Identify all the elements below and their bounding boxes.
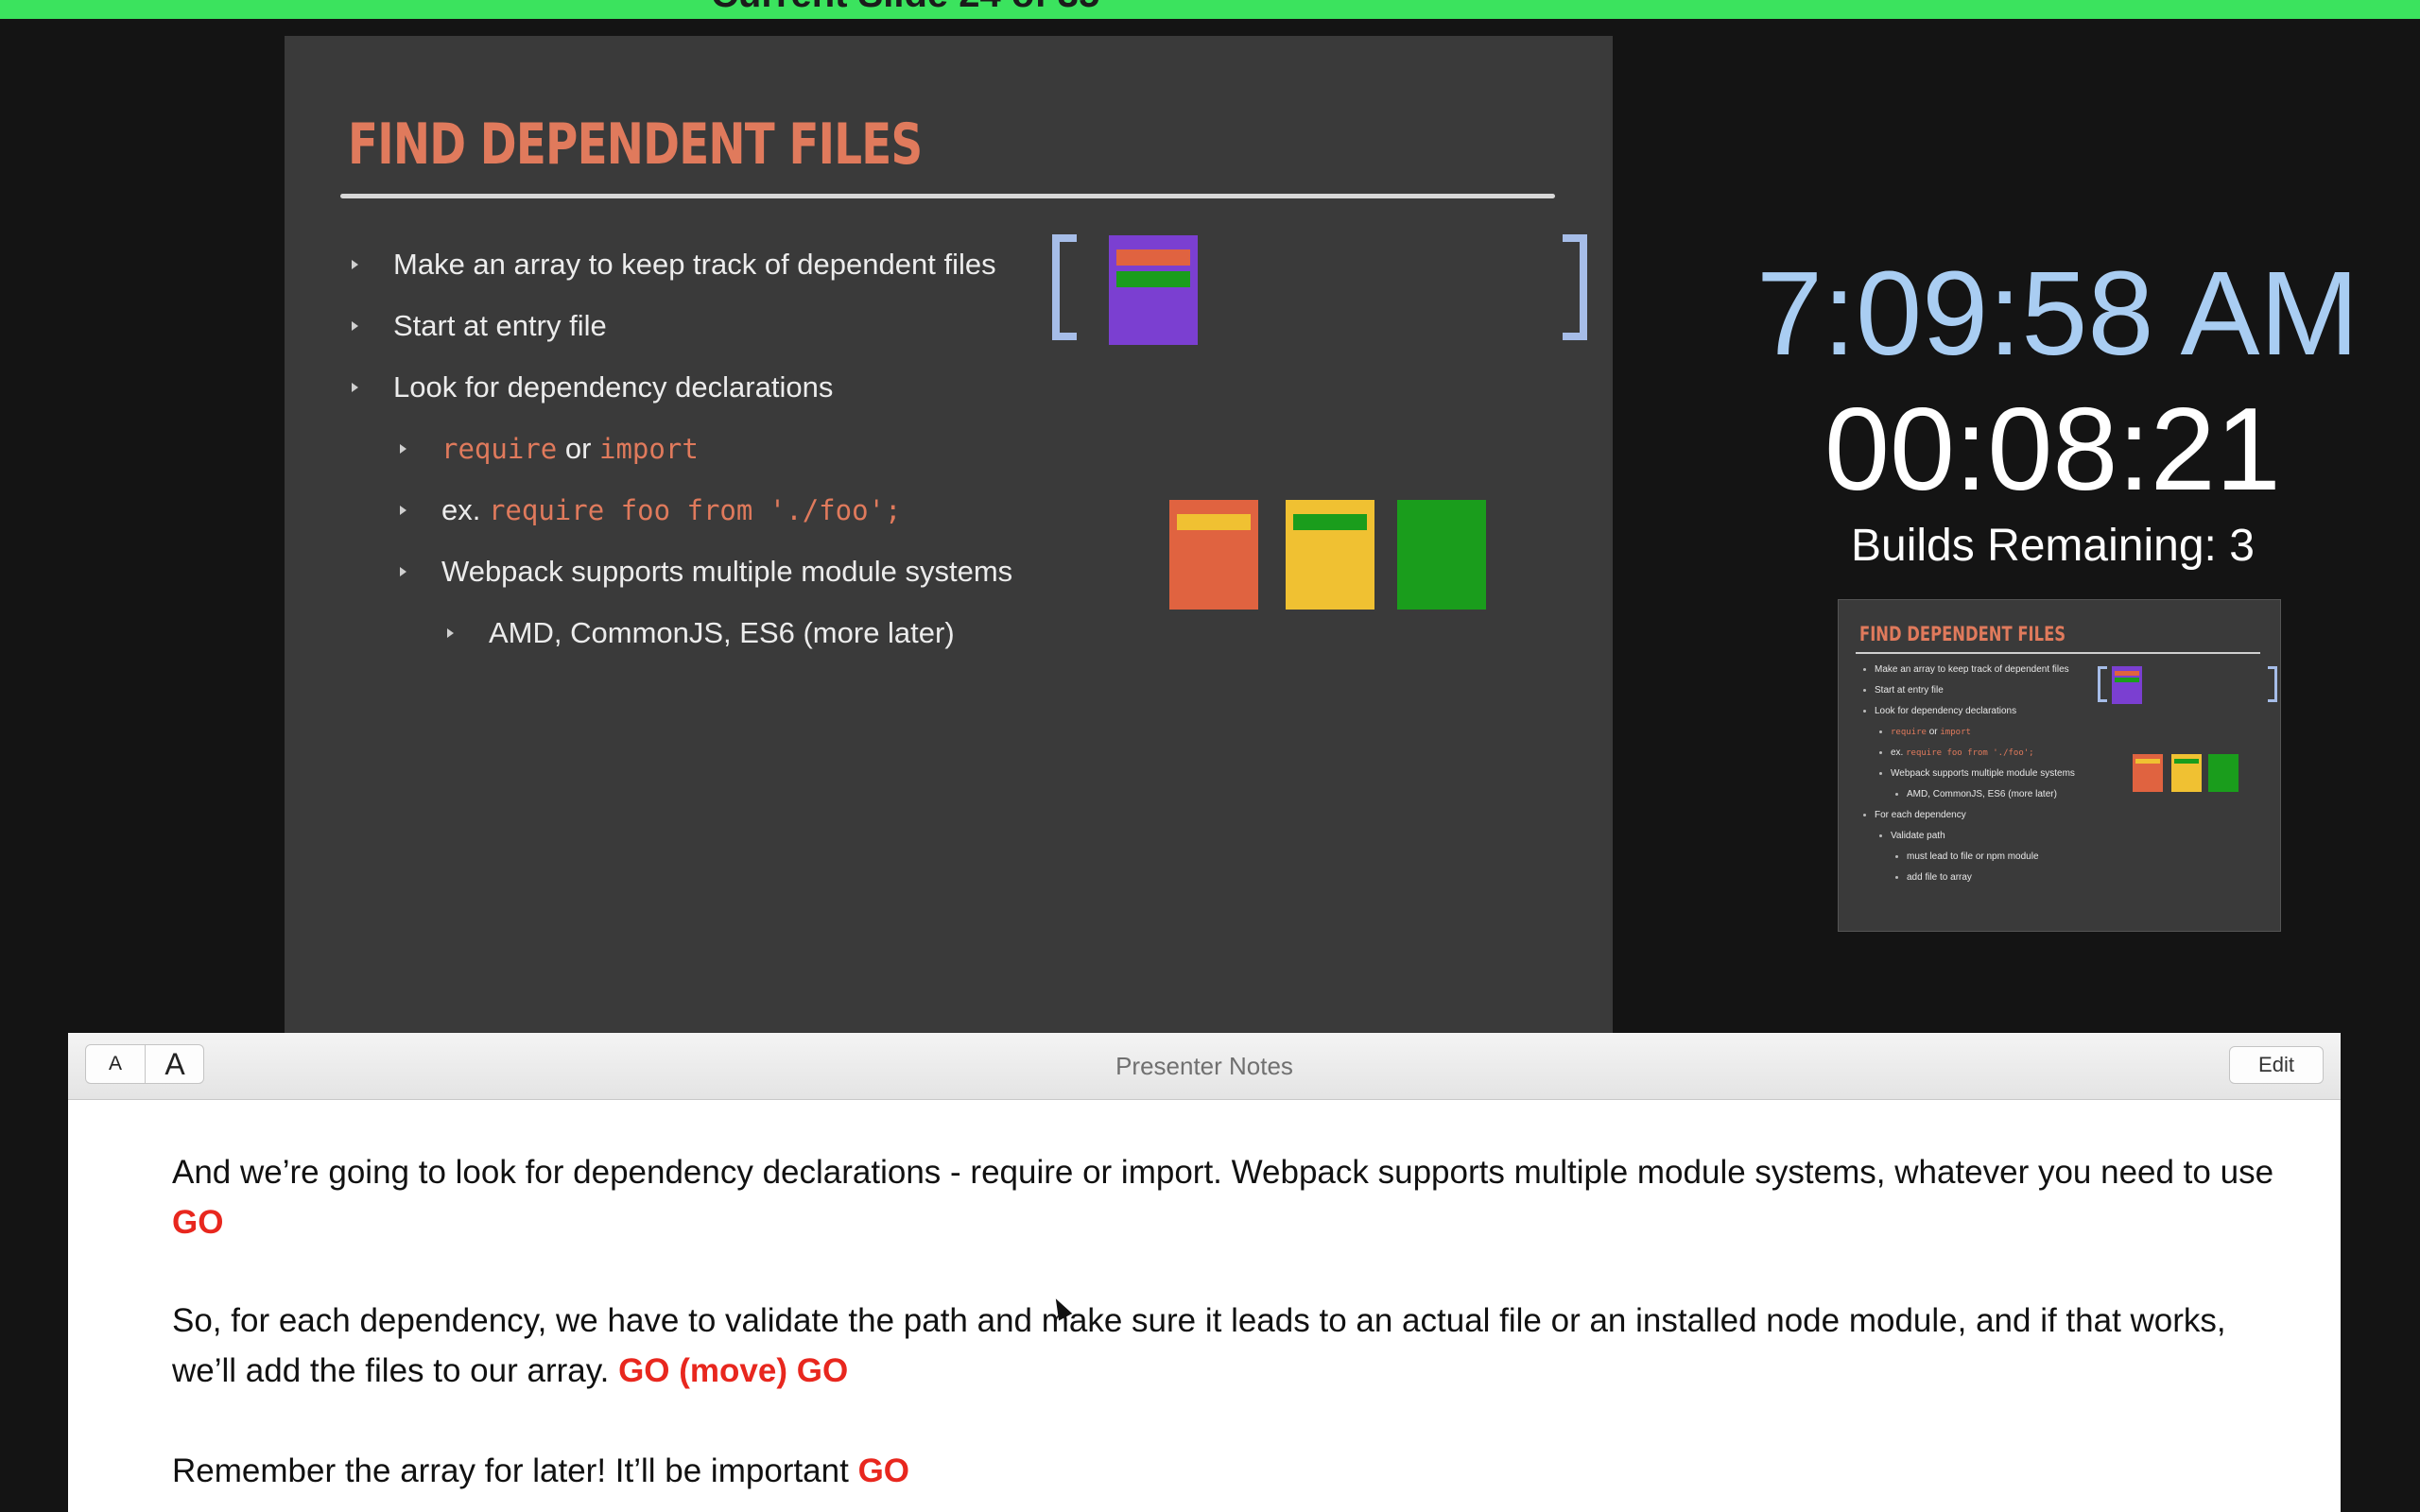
orange-file-icon	[1169, 500, 1258, 610]
bullet-text: Make an array to keep track of dependent…	[393, 248, 996, 281]
bullet-text: ex.	[441, 493, 489, 526]
mini-right-bracket-icon	[2268, 666, 2277, 702]
bullet-1: Make an array to keep track of dependent…	[352, 246, 996, 284]
notes-text: And we’re going to look for dependency d…	[172, 1154, 2274, 1191]
file-strip	[1116, 249, 1190, 266]
current-time: 7:09:58 AM	[1756, 247, 2360, 380]
file-strip	[1177, 514, 1251, 530]
elapsed-timer[interactable]: 00:08:21	[1824, 384, 2281, 516]
presenter-notes-panel: Presenter Notes A A Edit And we’re going…	[68, 1033, 2341, 1512]
notes-paragraph-3[interactable]: Remember the array for later! It’ll be i…	[172, 1446, 2280, 1496]
bullet-marker-icon	[400, 567, 406, 576]
next-bullet: require or import	[1879, 727, 1971, 738]
bullet-marker-icon	[400, 444, 406, 454]
decrease-font-button[interactable]: A	[86, 1045, 146, 1083]
go-cue: GO (move) GO	[618, 1352, 849, 1389]
current-slide: FIND DEPENDENT FILES Make an array to ke…	[285, 36, 1613, 1033]
bullet-text: Webpack supports multiple module systems	[441, 555, 1013, 588]
notes-paragraph-1[interactable]: And we’re going to look for dependency d…	[172, 1147, 2280, 1247]
next-bullet: Validate path	[1879, 831, 1945, 842]
increase-font-button[interactable]: A	[146, 1045, 203, 1083]
next-bullet: Webpack supports multiple module systems	[1879, 768, 2075, 780]
bullet-marker-icon	[400, 506, 406, 515]
title-underline	[340, 194, 1555, 198]
next-bullet: Start at entry file	[1863, 685, 1944, 696]
yellow-file-icon	[1286, 500, 1374, 610]
notes-text: So, for each dependency, we have to vali…	[172, 1302, 2226, 1389]
bullet-2: Start at entry file	[352, 307, 607, 345]
purple-file-icon	[1109, 235, 1198, 345]
bullet-6: Webpack supports multiple module systems	[400, 553, 1013, 591]
go-cue: GO	[857, 1452, 910, 1489]
next-slide-title: FIND DEPENDENT FILES	[1859, 623, 2066, 645]
array-left-bracket-icon	[1052, 234, 1077, 340]
mini-left-bracket-icon	[2098, 666, 2107, 702]
bullet-marker-icon	[352, 383, 358, 392]
next-bullet: ex. require foo from './foo';	[1879, 747, 2034, 759]
next-bullet: For each dependency	[1863, 810, 1966, 821]
bullet-marker-icon	[352, 321, 358, 331]
green-file-icon	[1397, 500, 1486, 610]
bullet-7: AMD, CommonJS, ES6 (more later)	[447, 614, 955, 652]
bullet-5: ex. require foo from './foo';	[400, 491, 902, 529]
bullet-text: AMD, CommonJS, ES6 (more later)	[489, 616, 955, 649]
mini-purple-file-icon	[2112, 666, 2142, 704]
bullet-text: Start at entry file	[393, 309, 607, 342]
next-bullet: Make an array to keep track of dependent…	[1863, 664, 2069, 676]
bullet-text: or	[557, 432, 600, 465]
file-strip	[1116, 271, 1190, 287]
mini-green-file-icon	[2208, 754, 2238, 792]
bullet-3: Look for dependency declarations	[352, 369, 834, 406]
array-right-bracket-icon	[1563, 234, 1587, 340]
code-import: import	[599, 433, 699, 465]
font-size-control: A A	[85, 1044, 204, 1084]
current-slide-label: Current Slide 24 of 35	[711, 0, 1099, 13]
bullet-4: require or import	[400, 430, 699, 468]
next-bullet: AMD, CommonJS, ES6 (more later)	[1895, 789, 2057, 800]
code-require: require	[441, 433, 558, 465]
notes-text: Remember the array for later! It’ll be i…	[172, 1452, 858, 1489]
go-cue: GO	[172, 1204, 224, 1241]
code-example: require foo from './foo';	[488, 494, 902, 526]
mini-yellow-file-icon	[2171, 754, 2202, 792]
mini-orange-file-icon	[2133, 754, 2163, 792]
next-bullet: Look for dependency declarations	[1863, 706, 2016, 717]
status-bar: Current Slide 24 of 35	[0, 0, 2420, 19]
bullet-marker-icon	[352, 260, 358, 269]
file-strip	[1293, 514, 1367, 530]
builds-remaining: Builds Remaining: 3	[1851, 521, 2255, 571]
next-bullet: add file to array	[1895, 872, 1972, 884]
next-bullet: must lead to file or npm module	[1895, 851, 2039, 863]
bullet-marker-icon	[447, 628, 454, 638]
bullet-text: Look for dependency declarations	[393, 370, 834, 404]
next-title-underline	[1856, 652, 2260, 654]
edit-notes-button[interactable]: Edit	[2229, 1046, 2324, 1084]
notes-toolbar: Presenter Notes A A Edit	[68, 1033, 2341, 1100]
notes-paragraph-2[interactable]: So, for each dependency, we have to vali…	[172, 1296, 2280, 1396]
slide-title: FIND DEPENDENT FILES	[348, 112, 923, 178]
next-slide-preview[interactable]: FIND DEPENDENT FILES Make an array to ke…	[1838, 599, 2281, 932]
notes-title: Presenter Notes	[1115, 1052, 1293, 1080]
